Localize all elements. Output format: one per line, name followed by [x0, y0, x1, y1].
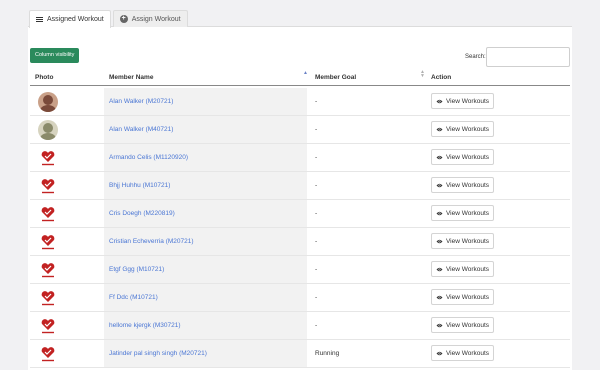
hamburger-icon [36, 17, 43, 22]
member-goal: - [315, 154, 318, 161]
view-workouts-button[interactable]: View Workouts [431, 345, 494, 361]
member-goal: - [315, 294, 318, 301]
header-action: Action [431, 74, 452, 81]
brand-logo-icon [38, 260, 58, 280]
brand-logo-icon [38, 176, 58, 196]
member-name-link[interactable]: Cris Doegh (M220819) [109, 210, 175, 217]
member-name-link[interactable]: Alan Walker (M20721) [109, 98, 173, 105]
view-workouts-label: View Workouts [445, 209, 490, 217]
tab-assign-workout[interactable]: + Assign Workout [112, 10, 188, 27]
member-name-link[interactable]: Bhjj Huhhu (M10721) [109, 182, 170, 189]
table-row: Cris Doegh (M220819) - View Workouts [30, 200, 570, 228]
table-row: Alan Walker (M40721) - View Workouts [30, 116, 570, 144]
view-workouts-label: View Workouts [445, 125, 490, 133]
view-workouts-label: View Workouts [445, 153, 490, 161]
header-member-name[interactable]: Member Name [109, 74, 153, 81]
view-workouts-label: View Workouts [445, 293, 490, 301]
member-goal: - [315, 266, 318, 273]
tab-assigned-workout[interactable]: Assigned Workout [29, 10, 111, 28]
brand-logo-icon [38, 204, 58, 224]
eye-icon [436, 295, 443, 299]
view-workouts-button[interactable]: View Workouts [431, 149, 494, 165]
brand-logo-icon [38, 316, 58, 336]
eye-icon [436, 351, 443, 355]
member-goal: - [315, 126, 318, 133]
header-photo: Photo [35, 74, 54, 81]
eye-icon [436, 99, 443, 103]
table-header: Photo Member Name Member Goal Action [30, 70, 570, 86]
brand-logo-icon [38, 288, 58, 308]
table-row: Alan Walker (M20721) - View Workouts [30, 88, 570, 116]
avatar [38, 120, 58, 140]
brand-logo-icon [38, 232, 58, 252]
member-goal: - [315, 98, 318, 105]
eye-icon [436, 267, 443, 271]
member-name-link[interactable]: Ff Ddc (M10721) [109, 294, 158, 301]
view-workouts-label: View Workouts [445, 349, 490, 357]
sort-asc-icon: ▲ [303, 70, 308, 76]
avatar [38, 92, 58, 112]
view-workouts-label: View Workouts [445, 265, 490, 273]
table-row: Ff Ddc (M10721) - View Workouts [30, 284, 570, 312]
tab-bar: Assigned Workout + Assign Workout [29, 10, 190, 28]
tab-label: Assigned Workout [47, 16, 104, 23]
view-workouts-label: View Workouts [445, 181, 490, 189]
eye-icon [436, 127, 443, 131]
eye-icon [436, 155, 443, 159]
sort-both-icon: ▲ ▼ [420, 69, 425, 79]
table-row: hellome kjergk (M30721) - View Workouts [30, 312, 570, 340]
view-workouts-button[interactable]: View Workouts [431, 177, 494, 193]
table-row: Jatinder pal singh singh (M20721) Runnin… [30, 340, 570, 368]
header-member-goal[interactable]: Member Goal [315, 74, 356, 81]
member-name-link[interactable]: hellome kjergk (M30721) [109, 322, 181, 329]
brand-logo-icon [38, 344, 58, 364]
view-workouts-button[interactable]: View Workouts [431, 121, 494, 137]
member-name-link[interactable]: Jatinder pal singh singh (M20721) [109, 350, 207, 357]
member-name-link[interactable]: Alan Walker (M40721) [109, 126, 173, 133]
eye-icon [436, 211, 443, 215]
table-row: Armando Celis (M1120920) - View Workouts [30, 144, 570, 172]
eye-icon [436, 239, 443, 243]
view-workouts-label: View Workouts [445, 237, 490, 245]
view-workouts-button[interactable]: View Workouts [431, 233, 494, 249]
member-name-link[interactable]: Armando Celis (M1120920) [109, 154, 188, 161]
eye-icon [436, 183, 443, 187]
view-workouts-label: View Workouts [445, 321, 490, 329]
view-workouts-button[interactable]: View Workouts [431, 261, 494, 277]
member-goal: - [315, 210, 318, 217]
column-visibility-button[interactable]: Column visibility [30, 48, 80, 63]
search-label: Search: [465, 54, 486, 60]
table-row: Bhjj Huhhu (M10721) - View Workouts [30, 172, 570, 200]
member-goal: - [315, 322, 318, 329]
member-goal: Running [315, 350, 340, 357]
member-goal: - [315, 182, 318, 189]
tab-label: Assign Workout [131, 15, 181, 23]
search-input[interactable] [486, 47, 570, 67]
member-name-link[interactable]: Cristian Echeverria (M20721) [109, 238, 194, 245]
view-workouts-button[interactable]: View Workouts [431, 289, 494, 305]
table-row: Cristian Echeverria (M20721) - View Work… [30, 228, 570, 256]
view-workouts-button[interactable]: View Workouts [431, 317, 494, 333]
member-name-link[interactable]: Etgf Ggg (M10721) [109, 266, 164, 273]
view-workouts-label: View Workouts [445, 97, 490, 105]
plus-circle-icon: + [119, 15, 128, 23]
eye-icon [436, 323, 443, 327]
view-workouts-button[interactable]: View Workouts [431, 93, 494, 109]
member-goal: - [315, 238, 318, 245]
view-workouts-button[interactable]: View Workouts [431, 205, 494, 221]
table-row: Etgf Ggg (M10721) - View Workouts [30, 256, 570, 284]
brand-logo-icon [38, 148, 58, 168]
